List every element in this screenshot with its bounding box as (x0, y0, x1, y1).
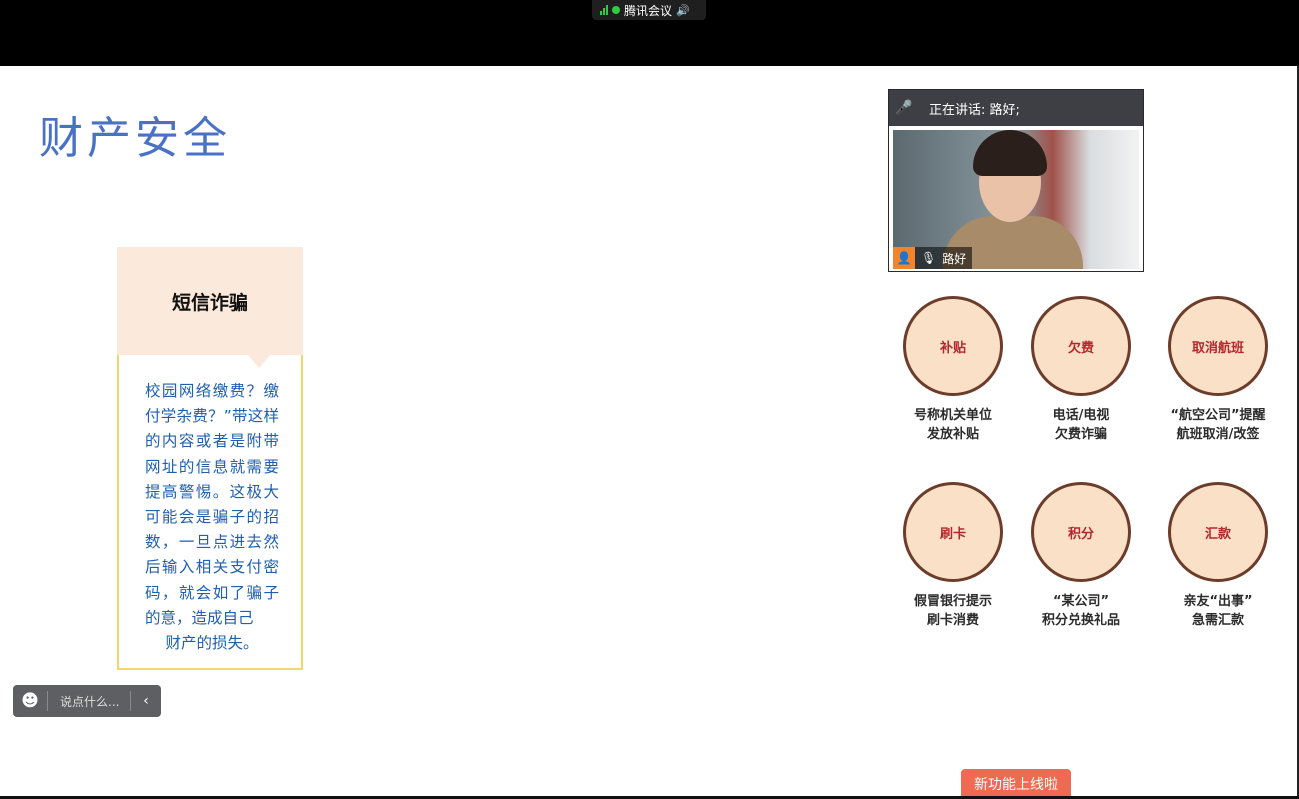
participant-name: 路好 (942, 251, 967, 266)
phone-bill-illustration-icon: 欠费 (1031, 296, 1131, 396)
signal-icon (600, 5, 608, 15)
speaker-icon[interactable]: 🔊 (676, 4, 690, 17)
slide-title: 财产安全 (39, 113, 231, 164)
airplane-illustration-icon: 取消航班 (1168, 296, 1268, 396)
meeting-app-name: 腾讯会议 (624, 3, 673, 18)
fraud-item: 汇款 亲友“出事” 急需汇款 (1153, 482, 1283, 630)
avatar-icon: 👤 (893, 247, 915, 269)
speaker-video-window[interactable]: 🎤 正在讲话: 路好; 👤 🎙 路好 (888, 89, 1144, 272)
chat-input-bar[interactable]: ☻ 说点什么... ‹ (13, 685, 161, 717)
fraud-label: 号称机关单位 发放补贴 (913, 408, 992, 442)
emoji-icon[interactable]: ☻ (13, 691, 47, 711)
connection-status-icon (612, 6, 620, 14)
new-feature-button[interactable]: 新功能上线啦 (961, 769, 1071, 799)
participant-hair (973, 130, 1047, 176)
fraud-label: “航空公司”提醒 航班取消/改签 (1170, 408, 1266, 442)
meeting-status-pill[interactable]: 腾讯会议 🔊 (592, 0, 706, 20)
fraud-item: 积分 “某公司” 积分兑换礼品 (1016, 482, 1146, 630)
card-heading: 短信诈骗 (171, 291, 248, 314)
sms-fraud-card: 短信诈骗 校园网络缴费？缴付学杂费？”带这样的内容或者是附带网址的信息就需要提高… (117, 247, 303, 670)
card-body-text-last: 财产的损失。 (165, 634, 259, 653)
microphone-icon: 🎙 (921, 251, 937, 265)
card-heading-box: 短信诈骗 (117, 247, 303, 355)
subsidy-illustration-icon: 补贴 (903, 296, 1003, 396)
fraud-item: 补贴 号称机关单位 发放补贴 (888, 296, 1018, 444)
fraud-item: 取消航班 “航空公司”提醒 航班取消/改签 (1153, 296, 1283, 444)
meeting-top-bar: 腾讯会议 🔊 (0, 0, 1299, 66)
fraud-item: 刷卡 假冒银行提示 刷卡消费 (888, 482, 1018, 630)
fraud-label: 假冒银行提示 刷卡消费 (913, 594, 992, 628)
gift-illustration-icon: 积分 (1031, 482, 1131, 582)
fraud-item: 欠费 电话/电视 欠费诈骗 (1016, 296, 1146, 444)
participant-label: 🎙 路好 (915, 247, 973, 269)
card-reader-illustration-icon: 刷卡 (903, 482, 1003, 582)
card-body: 校园网络缴费？缴付学杂费？”带这样的内容或者是附带网址的信息就需要提高警惕。这极… (117, 355, 303, 670)
chevron-left-icon[interactable]: ‹ (131, 693, 161, 709)
fraud-label: “某公司” 积分兑换礼品 (1041, 594, 1120, 628)
fraud-label: 电话/电视 欠费诈骗 (1052, 408, 1110, 442)
card-body-text: 校园网络缴费？缴付学杂费？”带这样的内容或者是附带网址的信息就需要提高警惕。这极… (145, 382, 279, 627)
participant-name-tag: 👤 🎙 路好 (893, 247, 973, 269)
chat-input[interactable]: 说点什么... (48, 693, 130, 710)
fraud-label: 亲友“出事” 急需汇款 (1183, 594, 1253, 628)
talking-indicator: 正在讲话: 路好; (929, 102, 1020, 118)
video-feed: 👤 🎙 路好 (893, 130, 1139, 269)
video-header: 🎤 正在讲话: 路好; (889, 90, 1143, 126)
microphone-icon: 🎤 (895, 100, 913, 116)
money-illustration-icon: 汇款 (1168, 482, 1268, 582)
